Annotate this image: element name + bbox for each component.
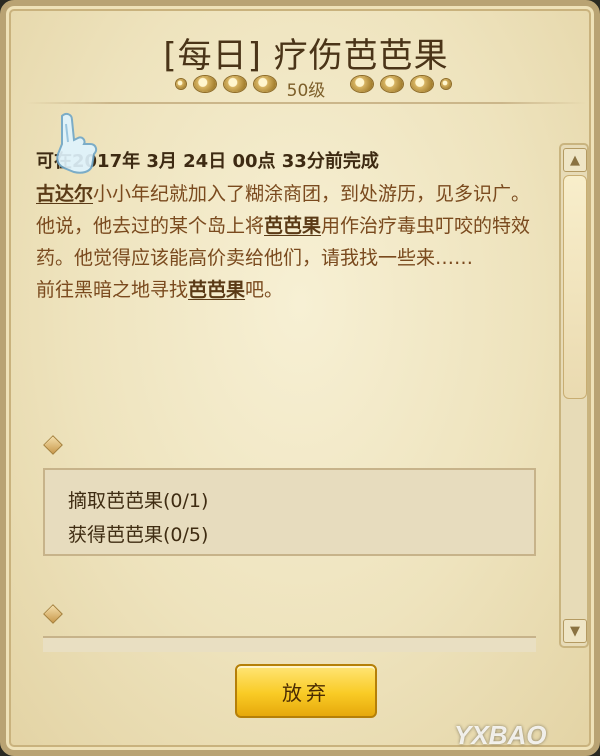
ornament-icon — [351, 76, 373, 92]
scroll-thumb[interactable] — [563, 175, 587, 399]
bullet-diamond-icon — [44, 436, 62, 454]
ornament-icon — [441, 79, 451, 89]
bullet-diamond-icon — [44, 605, 62, 623]
npc-link[interactable]: 古达尔 — [36, 183, 93, 205]
site-watermark: YXBAO — [454, 720, 547, 750]
objectives-box: 摘取芭芭果(0/1) 获得芭芭果(0/5) — [43, 468, 536, 556]
objective-item: 获得芭芭果(0/5) — [68, 524, 209, 546]
deadline-text: 可在2017年 3月 24日 00点 33分前完成 — [36, 151, 379, 172]
ornament-icon — [381, 76, 403, 92]
quest-description: 可在2017年 3月 24日 00点 33分前完成 古达尔小小年纪就加入了糊涂商… — [36, 146, 541, 306]
scroll-down-icon[interactable]: ▼ — [563, 619, 587, 643]
quest-level: 50级 — [286, 81, 326, 101]
quest-title: [每日] 疗伤芭芭果 — [163, 36, 449, 76]
item-link[interactable]: 芭芭果 — [188, 279, 245, 301]
title-divider — [26, 102, 586, 104]
description-paragraph-2: 他说，他去过的某个岛上将芭芭果用作治疗毒虫叮咬的特效药。他觉得应该能高价卖给他们… — [36, 215, 531, 269]
description-paragraph-1: 古达尔小小年纪就加入了糊涂商团，到处游历，见多识广。 — [36, 183, 531, 205]
abandon-button[interactable]: 放弃 — [235, 664, 377, 718]
scroll-up-icon[interactable]: ▲ — [563, 148, 587, 172]
objective-item: 摘取芭芭果(0/1) — [68, 490, 209, 512]
ornament-icon — [411, 76, 433, 92]
rewards-box — [43, 636, 536, 652]
description-scrollbar[interactable]: ▲ ▼ — [559, 143, 589, 648]
quest-panel: [每日] 疗伤芭芭果 50级 可在2017年 3月 24日 00点 33分前完成… — [0, 0, 600, 756]
title-ornament-right — [351, 72, 451, 96]
pointing-hand-icon — [56, 112, 98, 174]
item-link[interactable]: 芭芭果 — [264, 215, 321, 237]
description-paragraph-3: 前往黑暗之地寻找芭芭果吧。 — [36, 279, 284, 301]
